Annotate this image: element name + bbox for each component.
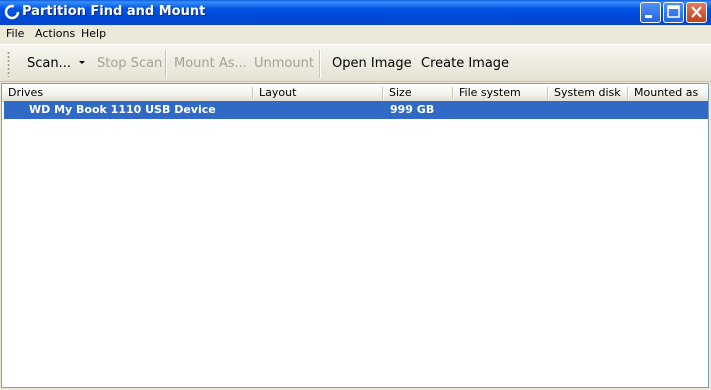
scan-dropdown-arrow-icon[interactable] bbox=[79, 61, 85, 64]
title-bar[interactable]: Partition Find and Mount bbox=[0, 0, 711, 25]
close-button[interactable] bbox=[686, 2, 707, 23]
maximize-button[interactable] bbox=[663, 2, 684, 23]
column-header-size[interactable]: Size bbox=[383, 84, 453, 101]
column-header-file-system[interactable]: File system bbox=[453, 84, 548, 101]
toolbar-separator bbox=[319, 50, 321, 78]
menu-actions[interactable]: Actions bbox=[32, 27, 78, 41]
app-window: Partition Find and Mount File Actions He… bbox=[0, 0, 711, 390]
cell-drive: WD My Book 1110 USB Device bbox=[29, 103, 216, 116]
table-row[interactable]: WD My Book 1110 USB Device 999 GB bbox=[4, 101, 708, 119]
column-headers: Drives Layout Size File system System di… bbox=[2, 84, 708, 102]
close-icon bbox=[691, 6, 702, 18]
minimize-icon bbox=[645, 15, 652, 18]
menu-bar: File Actions Help bbox=[0, 25, 711, 44]
menu-help[interactable]: Help bbox=[78, 27, 109, 41]
column-header-drives[interactable]: Drives bbox=[2, 84, 252, 101]
column-header-mounted-as[interactable]: Mounted as bbox=[628, 84, 708, 101]
window-title: Partition Find and Mount bbox=[22, 4, 206, 19]
app-logo-icon bbox=[4, 4, 20, 20]
stop-scan-button[interactable]: Stop Scan bbox=[97, 56, 162, 72]
unmount-button[interactable]: Unmount bbox=[254, 56, 314, 72]
open-image-button[interactable]: Open Image bbox=[332, 56, 412, 72]
drives-list[interactable]: Drives Layout Size File system System di… bbox=[1, 83, 709, 388]
toolbar: Scan... Stop Scan Mount As... Unmount Op… bbox=[0, 44, 711, 82]
create-image-button[interactable]: Create Image bbox=[421, 56, 509, 72]
cell-size: 999 GB bbox=[390, 103, 435, 116]
column-header-layout[interactable]: Layout bbox=[253, 84, 383, 101]
scan-button[interactable]: Scan... bbox=[27, 56, 71, 72]
toolbar-separator bbox=[165, 50, 167, 78]
menu-file[interactable]: File bbox=[3, 27, 27, 41]
toolbar-grip[interactable] bbox=[7, 51, 10, 77]
maximize-icon bbox=[667, 5, 680, 18]
minimize-button[interactable] bbox=[640, 2, 661, 23]
mount-as-button[interactable]: Mount As... bbox=[174, 56, 247, 72]
column-header-system-disk[interactable]: System disk bbox=[548, 84, 628, 101]
